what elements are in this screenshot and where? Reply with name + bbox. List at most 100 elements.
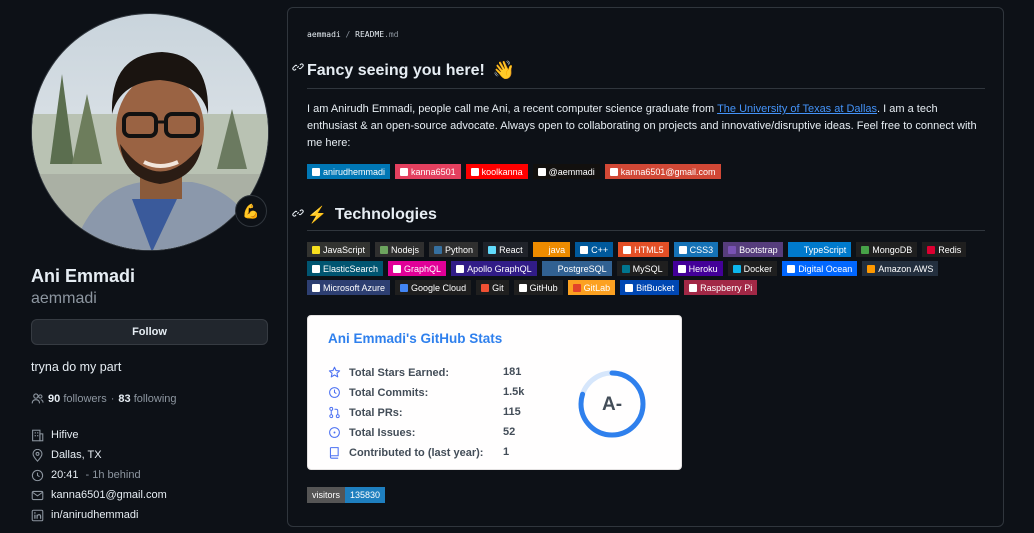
- social-badge-kanna6501-gmail-com[interactable]: kanna6501@gmail.com: [604, 164, 721, 179]
- nodejs-icon: [380, 245, 389, 254]
- vcard-linkedin[interactable]: in/anirudhemmadi: [31, 505, 167, 525]
- stat-row-total-stars-earned: Total Stars Earned:: [328, 366, 505, 379]
- github-icon: [518, 283, 527, 292]
- social-badge-anirudhemmadi[interactable]: anirudhemmadi: [307, 164, 391, 179]
- digital-ocean-icon: [787, 264, 796, 273]
- github-stats-card[interactable]: Ani Emmadi's GitHub Stats Total Stars Ea…: [307, 315, 682, 470]
- linkedin-link[interactable]: in/anirudhemmadi: [51, 509, 138, 521]
- tech-badge-apollo-graphql: Apollo GraphQL: [451, 261, 537, 276]
- java-icon: [537, 245, 546, 254]
- badge-label: Digital Ocean: [798, 263, 853, 274]
- profile-sidebar: 💪 Ani Emmadi aemmadi Follow tryna do my …: [0, 0, 290, 533]
- social-badges: anirudhemmadi kanna6501 koolkanna @aemmadi k…: [307, 164, 987, 179]
- location-icon: [32, 448, 43, 462]
- link-anchor-icon[interactable]: [292, 207, 304, 219]
- followers-link[interactable]: 90 followers: [48, 393, 107, 405]
- elasticsearch-icon: [312, 264, 320, 273]
- tech-badge-gitlab: GitLab: [567, 280, 616, 295]
- stat-row-total-issues: Total Issues:: [328, 426, 505, 439]
- badge-label: MySQL: [632, 263, 663, 274]
- utd-link[interactable]: The University of Texas at Dallas: [717, 103, 877, 115]
- flexed-biceps-icon: 💪: [242, 202, 260, 219]
- repo-icon: [329, 447, 339, 459]
- intro-text-start: I am Anirudh Emmadi, people call me Ani,…: [307, 103, 718, 115]
- badge-label: GitHub: [529, 282, 558, 293]
- badge-label: java: [548, 244, 566, 255]
- python-icon: [434, 245, 443, 254]
- badge-label: JavaScript: [323, 244, 366, 255]
- youtube-icon: [470, 167, 479, 176]
- gmail-icon: [609, 167, 618, 176]
- following-link[interactable]: 83 following: [118, 393, 176, 405]
- tech-badge-javascript: JavaScript: [307, 242, 371, 257]
- following-label: following: [133, 392, 177, 405]
- local-time-text: 20:41: [51, 469, 79, 481]
- heading-2-text: Technologies: [334, 206, 437, 223]
- stat-value: 52: [503, 426, 516, 438]
- badge-label: Python: [445, 244, 474, 255]
- avatar[interactable]: [31, 13, 269, 251]
- tech-badge-bitbucket: BitBucket: [620, 280, 680, 295]
- badge-label: BitBucket: [636, 282, 675, 293]
- tech-badge-amazon-aws: Amazon AWS: [862, 261, 939, 276]
- git-icon: [481, 283, 490, 292]
- heroku-icon: [677, 264, 686, 273]
- vcard-location: Dallas, TX: [31, 445, 167, 465]
- pull-request-icon: [329, 406, 340, 419]
- location-text: Dallas, TX: [51, 449, 102, 461]
- social-badge-aemmadi[interactable]: @aemmadi: [532, 164, 600, 179]
- mysql-icon: [621, 264, 630, 273]
- status-emoji-button[interactable]: 💪: [235, 195, 267, 227]
- vcard-localtime: 20:41 - 1h behind: [31, 465, 167, 485]
- time-offset-text: - 1h behind: [85, 469, 141, 481]
- breadcrumb-user[interactable]: aemmadi: [307, 30, 341, 39]
- badge-label: @aemmadi: [548, 166, 595, 177]
- microsoft-azure-icon: [312, 283, 320, 292]
- badge-label: React: [499, 244, 523, 255]
- follow-button[interactable]: Follow: [31, 319, 268, 345]
- tech-badge-github: GitHub: [513, 280, 563, 295]
- profile-username: aemmadi: [31, 290, 97, 307]
- visitors-badge: visitors 135830: [307, 487, 386, 503]
- people-icon: [31, 393, 44, 404]
- tech-badge-microsoft-azure: Microsoft Azure: [307, 280, 391, 295]
- badge-label: Google Cloud: [411, 282, 467, 293]
- visitors-count: 135830: [345, 487, 386, 503]
- badge-label: Git: [492, 282, 504, 293]
- tech-badge-google-cloud: Google Cloud: [395, 280, 472, 295]
- mail-icon: [31, 490, 44, 500]
- follow-stats: 90 followers · 83 following: [31, 392, 177, 405]
- social-badge-koolkanna[interactable]: koolkanna: [465, 164, 528, 179]
- issue-icon: [329, 427, 340, 438]
- postgresql-icon: [546, 264, 555, 273]
- social-badge-kanna6501[interactable]: kanna6501: [395, 164, 461, 179]
- vcard-email[interactable]: kanna6501@gmail.com: [31, 485, 167, 505]
- google-cloud-icon: [400, 283, 409, 292]
- clock-icon: [31, 469, 44, 481]
- tech-badge-bootstrap: Bootstrap: [723, 242, 783, 257]
- badge-label: GraphQL: [404, 263, 442, 274]
- html5-icon: [623, 245, 632, 254]
- badge-label: GitLab: [583, 282, 611, 293]
- bitbucket-icon: [625, 283, 634, 292]
- linkedin-icon: [31, 509, 44, 521]
- email-link[interactable]: kanna6501@gmail.com: [51, 489, 167, 501]
- stat-row-total-prs: Total PRs:: [328, 406, 505, 419]
- redis-icon: [927, 245, 936, 254]
- readme-breadcrumb: aemmadi / README.md: [307, 30, 399, 39]
- breadcrumb-file[interactable]: README: [355, 30, 384, 39]
- medium-icon: [537, 167, 546, 176]
- visitors-label: visitors: [307, 487, 346, 503]
- badge-label: Docker: [743, 263, 773, 274]
- tech-badge-docker: Docker: [727, 261, 778, 276]
- tech-badge-mongodb: MongoDB: [856, 242, 918, 257]
- badge-label: Bootstrap: [739, 244, 778, 255]
- vcard-company: Hifive: [31, 425, 167, 445]
- heading-1-text: Fancy seeing you here!: [307, 61, 485, 79]
- tech-badge-java: java: [532, 242, 571, 257]
- tech-badge-html5: HTML5: [618, 242, 669, 257]
- stat-label: Total Commits:: [349, 386, 429, 399]
- profile-bio: tryna do my part: [31, 360, 122, 374]
- css3-icon: [678, 245, 687, 254]
- link-anchor-icon[interactable]: [292, 61, 304, 73]
